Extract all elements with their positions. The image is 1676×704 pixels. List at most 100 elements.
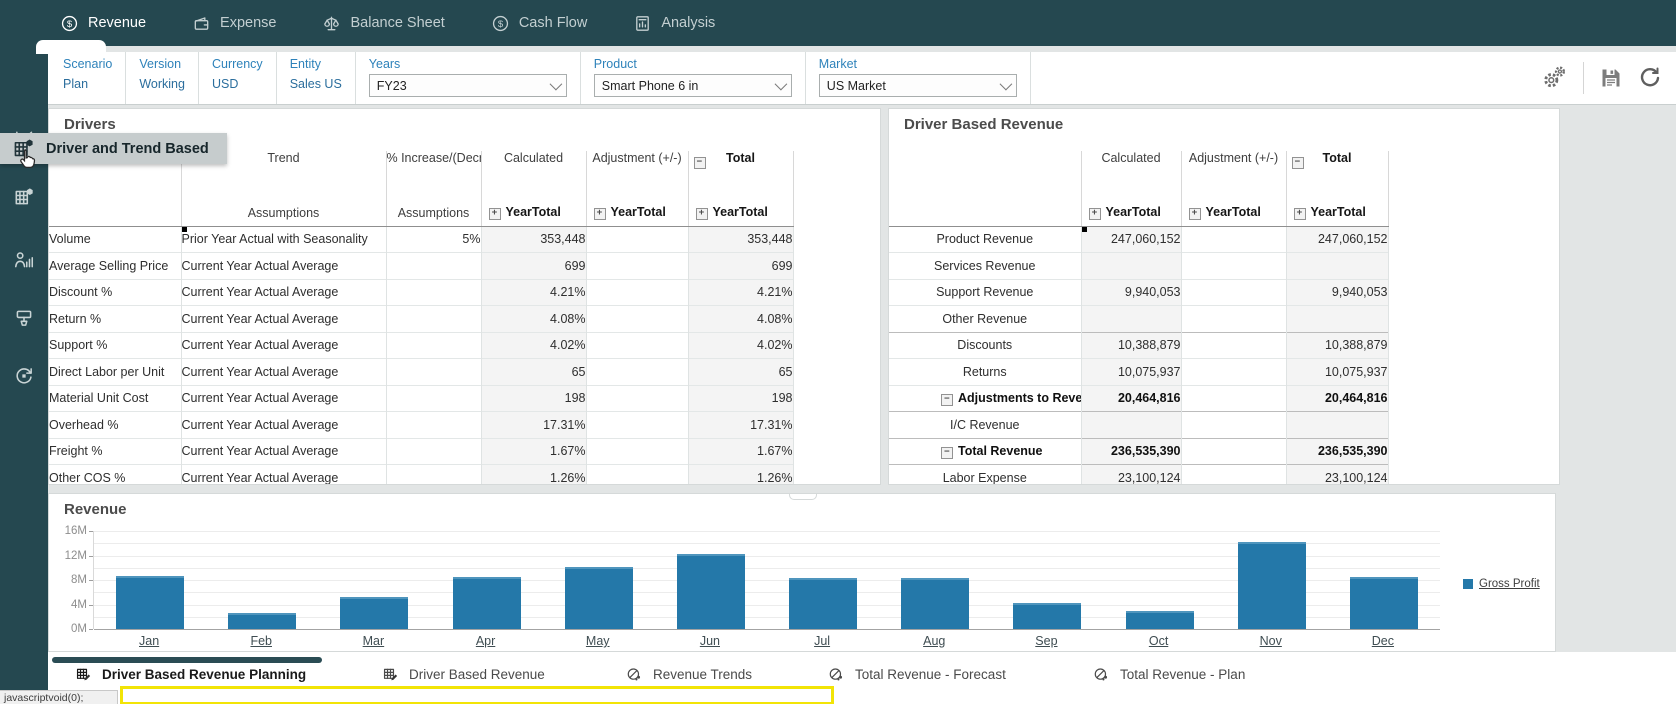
pov-select-product[interactable]: Smart Phone 6 in — [594, 74, 792, 97]
pov-value-currency[interactable]: USD — [212, 77, 263, 91]
row-label-support[interactable]: Support % — [49, 332, 181, 359]
cell[interactable]: 23,100,124 — [1081, 465, 1181, 486]
cell[interactable] — [586, 279, 688, 306]
nav-tab-expense[interactable]: Expense — [192, 14, 276, 33]
cell[interactable]: 699 — [688, 253, 793, 280]
cell[interactable]: 9,940,053 — [1286, 279, 1388, 306]
sidebar-item-roller[interactable] — [0, 300, 48, 336]
x-axis-label-jan[interactable]: Jan — [93, 634, 205, 648]
row-label-support-revenue[interactable]: Support Revenue — [889, 279, 1081, 306]
pov-value-scenario[interactable]: Plan — [63, 77, 112, 91]
cell[interactable] — [1181, 385, 1286, 412]
cell[interactable]: Current Year Actual Average — [181, 438, 386, 465]
cell[interactable]: 4.08% — [481, 306, 586, 333]
row-label-labor-expense[interactable]: Labor Expense — [889, 465, 1081, 486]
row-label-discount[interactable]: Discount % — [49, 279, 181, 306]
nav-tab-cash-flow[interactable]: $Cash Flow — [491, 14, 588, 33]
cell[interactable]: 1.26% — [481, 465, 586, 486]
expand-icon[interactable]: + — [1294, 208, 1306, 220]
row-label-freight[interactable]: Freight % — [49, 438, 181, 465]
cell[interactable] — [1286, 253, 1388, 280]
gear-icon[interactable] — [1540, 64, 1568, 92]
cell[interactable] — [586, 332, 688, 359]
cell[interactable] — [1181, 226, 1286, 253]
cell[interactable] — [1181, 253, 1286, 280]
collapse-icon[interactable]: − — [1292, 157, 1304, 169]
nav-tab-analysis[interactable]: Analysis — [633, 14, 715, 33]
row-label-material-unit-cost[interactable]: Material Unit Cost — [49, 385, 181, 412]
cell[interactable] — [386, 279, 481, 306]
pov-value-entity[interactable]: Sales US — [290, 77, 342, 91]
cell[interactable] — [1286, 306, 1388, 333]
pov-value-version[interactable]: Working — [139, 77, 185, 91]
cell[interactable]: 65 — [688, 359, 793, 386]
cell[interactable] — [1286, 412, 1388, 439]
nav-tab-balance-sheet[interactable]: Balance Sheet — [322, 14, 444, 33]
cell[interactable]: Prior Year Actual with Seasonality — [181, 226, 386, 253]
collapse-icon[interactable]: − — [941, 447, 953, 459]
cell[interactable]: Current Year Actual Average — [181, 412, 386, 439]
x-axis-label-jun[interactable]: Jun — [654, 634, 766, 648]
cell[interactable]: 4.02% — [688, 332, 793, 359]
cell[interactable]: 4.21% — [481, 279, 586, 306]
cell[interactable] — [1081, 306, 1181, 333]
cell[interactable] — [386, 438, 481, 465]
chart-legend[interactable]: Gross Profit — [1463, 578, 1540, 590]
x-axis-label-may[interactable]: May — [542, 634, 654, 648]
cell[interactable]: Current Year Actual Average — [181, 279, 386, 306]
cell[interactable] — [586, 385, 688, 412]
cell[interactable] — [586, 359, 688, 386]
row-label-discounts[interactable]: Discounts — [889, 332, 1081, 359]
row-label-average-selling-price[interactable]: Average Selling Price — [49, 253, 181, 280]
x-axis-label-jul[interactable]: Jul — [766, 634, 878, 648]
row-label-overhead[interactable]: Overhead % — [49, 412, 181, 439]
cell[interactable]: 247,060,152 — [1081, 226, 1181, 253]
cell[interactable] — [1181, 306, 1286, 333]
cell[interactable]: 4.02% — [481, 332, 586, 359]
cell[interactable]: 4.21% — [688, 279, 793, 306]
cell[interactable]: 10,388,879 — [1286, 332, 1388, 359]
collapse-icon[interactable]: − — [694, 157, 706, 169]
expand-icon[interactable]: + — [1089, 208, 1101, 220]
cell[interactable]: 353,448 — [688, 226, 793, 253]
cell[interactable]: 65 — [481, 359, 586, 386]
bottom-tab-driver-based-revenue-planning[interactable]: Driver Based Revenue Planning — [75, 666, 306, 683]
cell[interactable]: 4.08% — [688, 306, 793, 333]
cell[interactable]: 198 — [688, 385, 793, 412]
cell[interactable] — [586, 226, 688, 253]
cell[interactable]: 699 — [481, 253, 586, 280]
sidebar-item-driver-and-trend-based[interactable] — [0, 179, 48, 215]
splitter-handle[interactable] — [789, 493, 817, 500]
bottom-tab-total-revenue-forecast[interactable]: Total Revenue - Forecast — [828, 666, 1006, 683]
cell[interactable] — [386, 306, 481, 333]
cell[interactable] — [386, 332, 481, 359]
cell[interactable]: 353,448 — [481, 226, 586, 253]
row-label-services-revenue[interactable]: Services Revenue — [889, 253, 1081, 280]
cell[interactable] — [1081, 412, 1181, 439]
cell[interactable]: 9,940,053 — [1081, 279, 1181, 306]
cell[interactable] — [386, 412, 481, 439]
cell[interactable] — [586, 412, 688, 439]
cell[interactable] — [586, 438, 688, 465]
collapse-icon[interactable]: − — [941, 394, 953, 406]
row-label-direct-labor-per-unit[interactable]: Direct Labor per Unit — [49, 359, 181, 386]
pov-select-years[interactable]: FY23 — [369, 74, 567, 97]
sidebar-item-people-analytics[interactable] — [0, 242, 48, 278]
expand-icon[interactable]: + — [696, 208, 708, 220]
cell[interactable] — [1181, 412, 1286, 439]
cell[interactable]: 23,100,124 — [1286, 465, 1388, 486]
x-axis-label-mar[interactable]: Mar — [317, 634, 429, 648]
cell[interactable] — [1081, 253, 1181, 280]
cell[interactable] — [1181, 332, 1286, 359]
cell[interactable]: 1.67% — [481, 438, 586, 465]
cell[interactable]: 20,464,816 — [1286, 385, 1388, 412]
nav-tab-revenue[interactable]: $Revenue — [60, 14, 146, 33]
row-label-product-revenue[interactable]: Product Revenue — [889, 226, 1081, 253]
bottom-tab-total-revenue-plan[interactable]: Total Revenue - Plan — [1093, 666, 1245, 683]
cell[interactable]: 10,075,937 — [1081, 359, 1181, 386]
cell[interactable]: 1.26% — [688, 465, 793, 486]
cell[interactable]: 10,075,937 — [1286, 359, 1388, 386]
row-label-i-c-revenue[interactable]: I/C Revenue — [889, 412, 1081, 439]
x-axis-label-dec[interactable]: Dec — [1327, 634, 1439, 648]
cell[interactable] — [586, 253, 688, 280]
